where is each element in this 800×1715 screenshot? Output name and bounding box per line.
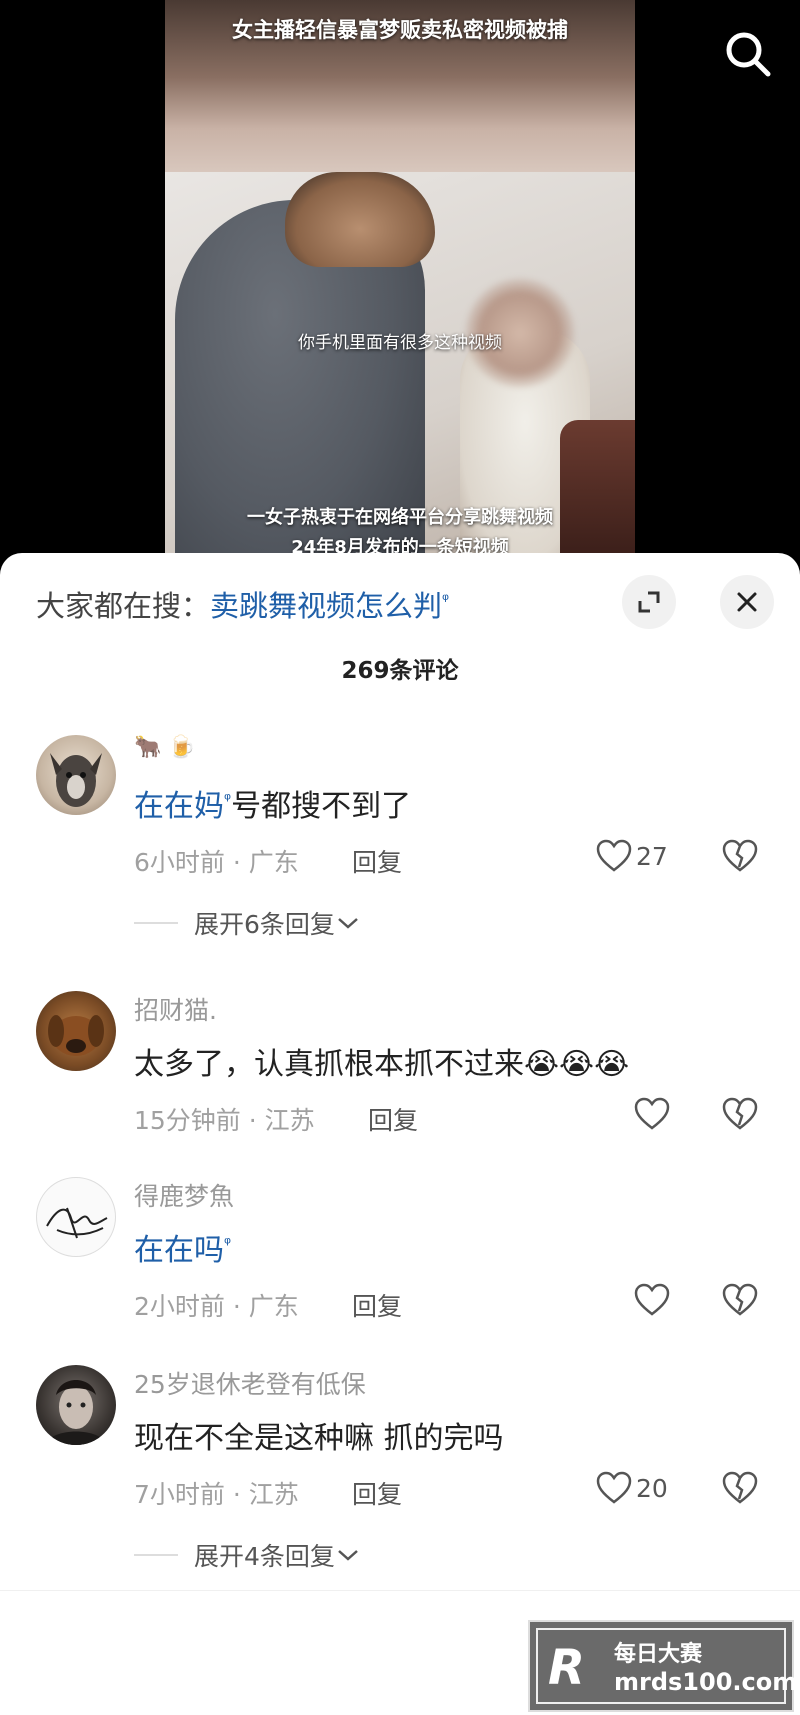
like-button[interactable]: 20 [596,1471,668,1505]
search-icon[interactable] [720,26,776,82]
comment-text: 现在不全是这种嘛 抓的完吗 [134,1421,504,1456]
comment-author[interactable]: 得鹿梦魚 [134,1177,234,1213]
watermark-logo-mark: R [548,1640,585,1696]
expand-replies-button[interactable]: 展开4条回复 [134,1537,361,1573]
heart-icon [596,1471,632,1504]
divider-line [134,1554,178,1556]
dislike-button[interactable] [722,1471,758,1507]
video-player[interactable]: 女主播轻信暴富梦贩卖私密视频被捕 你手机里面有很多这种视频 一女子热衷于在网络平… [0,0,800,570]
comment-text: 在在吗ᵠ [134,1225,231,1269]
dislike-button[interactable] [722,1097,758,1133]
comment-sheet: 大家都在搜：卖跳舞视频怎么判ᵠ 269条评论 🐂 🍺 在在妈ᵠ号都搜不到了 6小… [0,553,800,1715]
comment-author[interactable]: 25岁退休老登有低保 [134,1365,366,1401]
video-person-officer-head [285,172,435,267]
reply-button[interactable]: 回复 [352,1287,402,1323]
comment-meta: 6小时前 · 广东 [134,848,299,877]
broken-heart-icon [722,1283,758,1316]
like-count: 20 [636,1473,668,1503]
expand-sheet-button[interactable] [622,575,676,629]
heart-icon [634,1097,670,1130]
video-subtitle-line1: 一女子热衷于在网络平台分享跳舞视频 [247,507,553,528]
reply-button[interactable]: 回复 [352,843,402,879]
avatar[interactable] [36,735,116,815]
search-small-icon: ᵠ [224,1234,232,1254]
search-keyword-link[interactable]: 在在妈 [134,789,224,824]
like-button[interactable] [634,1097,674,1131]
watermark-name: 每日大赛 [614,1642,703,1667]
comment-count: 269条评论 [341,658,459,684]
watermark-url: mrds100.com [614,1668,798,1696]
heart-icon [634,1283,670,1316]
comment-text-rest: 号都搜不到了 [231,789,412,824]
avatar[interactable] [36,991,116,1071]
trending-search-keyword[interactable]: 卖跳舞视频怎么判 [210,589,442,623]
divider-line [134,922,178,924]
chevron-down-icon [338,918,358,929]
video-frame: 女主播轻信暴富梦贩卖私密视频被捕 你手机里面有很多这种视频 一女子热衷于在网络平… [165,0,635,560]
search-small-icon: ᵠ [442,590,450,611]
video-dialog-subtitle: 你手机里面有很多这种视频 [298,333,502,353]
avatar[interactable] [36,1365,116,1445]
video-top-caption: 女主播轻信暴富梦贩卖私密视频被捕 [232,18,568,42]
chevron-down-icon [338,1550,358,1561]
comment-meta: 7小时前 · 江苏 [134,1480,299,1509]
trending-search-hint[interactable]: 大家都在搜：卖跳舞视频怎么判ᵠ [36,583,449,625]
close-icon [737,592,757,612]
reply-button[interactable]: 回复 [368,1101,418,1137]
broken-heart-icon [722,839,758,872]
reply-button[interactable]: 回复 [352,1475,402,1511]
like-count: 27 [636,841,668,871]
broken-heart-icon [722,1471,758,1504]
expand-replies-label: 展开4条回复 [194,1542,335,1571]
close-button[interactable] [720,575,774,629]
expand-replies-button[interactable]: 展开6条回复 [134,905,361,941]
like-button[interactable]: 27 [596,839,668,873]
expand-icon [638,591,660,613]
comment-meta: 15分钟前 · 江苏 [134,1106,315,1135]
broken-heart-icon [722,1097,758,1130]
dislike-button[interactable] [722,1283,758,1319]
heart-icon [596,839,632,872]
avatar[interactable] [36,1177,116,1257]
comment-author[interactable]: 招财猫. [134,991,217,1027]
watermark-logo: R 每日大赛 mrds100.com [528,1620,798,1712]
comment-text: 太多了，认真抓根本抓不过来😭😭😭 [134,1047,630,1082]
expand-replies-label: 展开6条回复 [194,910,335,939]
comment-meta: 2小时前 · 广东 [134,1292,299,1321]
user-badges: 🐂 🍺 [134,735,196,760]
trending-search-prefix: 大家都在搜： [36,589,211,623]
comment-text: 在在妈ᵠ号都搜不到了 [134,781,411,825]
like-button[interactable] [634,1283,674,1317]
dislike-button[interactable] [722,839,758,875]
search-keyword-link[interactable]: 在在吗 [134,1233,224,1268]
